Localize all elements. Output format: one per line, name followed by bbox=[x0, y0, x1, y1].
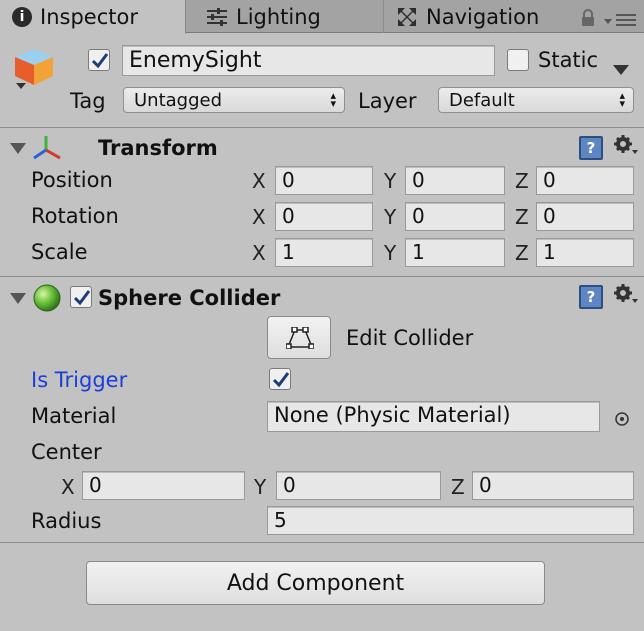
collider-foldout-icon[interactable] bbox=[10, 293, 26, 304]
sphere-collider-icon bbox=[32, 283, 62, 313]
static-label: Static bbox=[538, 48, 599, 72]
center-y-axis-label: Y bbox=[254, 475, 267, 499]
is-trigger-label: Is Trigger bbox=[31, 368, 128, 392]
static-dropdown-arrow-icon[interactable] bbox=[613, 56, 629, 80]
scale-z-axis-label: Z bbox=[515, 241, 529, 265]
object-name-field[interactable]: EnemySight bbox=[122, 45, 495, 76]
active-checkbox[interactable] bbox=[88, 49, 110, 71]
help-icon[interactable]: ? bbox=[579, 136, 603, 160]
position-x-axis-label: X bbox=[252, 169, 266, 193]
scale-z-field[interactable]: 1 bbox=[536, 238, 634, 267]
layer-label: Layer bbox=[358, 89, 417, 113]
transform-axes-icon bbox=[32, 134, 62, 162]
position-label: Position bbox=[31, 168, 113, 192]
rotation-label: Rotation bbox=[31, 204, 119, 228]
rotation-z-field[interactable]: 0 bbox=[536, 202, 634, 231]
scale-x-axis-label: X bbox=[252, 241, 266, 265]
header-divider bbox=[0, 127, 644, 128]
help-icon[interactable]: ? bbox=[579, 285, 603, 309]
center-z-field[interactable]: 0 bbox=[472, 471, 634, 500]
radius-field[interactable]: 5 bbox=[267, 506, 634, 535]
transform-title: Transform bbox=[98, 136, 218, 160]
tag-dropdown[interactable]: Untagged ▴ ▾ bbox=[123, 87, 345, 113]
position-y-field[interactable]: 0 bbox=[405, 166, 505, 195]
position-y-axis-label: Y bbox=[384, 169, 397, 193]
sliders-icon bbox=[206, 7, 228, 27]
center-z-axis-label: Z bbox=[451, 475, 465, 499]
dropdown-arrows-icon: ▴ ▾ bbox=[619, 89, 625, 110]
position-x-field[interactable]: 0 bbox=[275, 166, 373, 195]
object-picker-icon[interactable] bbox=[614, 408, 630, 426]
layer-dropdown-value: Default bbox=[449, 90, 515, 111]
edit-collider-label: Edit Collider bbox=[346, 326, 474, 350]
dropdown-arrows-icon: ▴ ▾ bbox=[330, 89, 336, 110]
add-component-label: Add Component bbox=[226, 570, 405, 596]
rotation-z-axis-label: Z bbox=[515, 205, 529, 229]
rotation-x-axis-label: X bbox=[252, 205, 266, 229]
scale-x-field[interactable]: 1 bbox=[275, 238, 373, 267]
tab-navigation[interactable]: Navigation bbox=[384, 0, 564, 33]
static-checkbox[interactable] bbox=[507, 49, 529, 71]
add-component-button[interactable]: Add Component bbox=[86, 561, 545, 605]
transform-divider bbox=[0, 276, 644, 277]
tag-dropdown-value: Untagged bbox=[134, 90, 223, 111]
material-label: Material bbox=[31, 404, 117, 428]
tab-inspector-label: Inspector bbox=[40, 5, 138, 29]
is-trigger-checkbox[interactable] bbox=[269, 368, 291, 390]
radius-label: Radius bbox=[31, 509, 102, 533]
navigation-icon bbox=[396, 6, 418, 28]
rotation-x-field[interactable]: 0 bbox=[275, 202, 373, 231]
tab-navigation-label: Navigation bbox=[426, 4, 540, 29]
info-icon: i bbox=[12, 7, 32, 27]
lock-icon[interactable] bbox=[580, 8, 596, 26]
sphere-collider-title: Sphere Collider bbox=[98, 286, 281, 310]
tab-inspector[interactable]: i Inspector bbox=[0, 0, 186, 34]
scale-label: Scale bbox=[31, 240, 88, 264]
position-z-field[interactable]: 0 bbox=[536, 166, 634, 195]
edit-bounds-icon bbox=[285, 326, 315, 354]
gear-icon[interactable] bbox=[613, 283, 639, 307]
tab-lighting[interactable]: Lighting bbox=[194, 0, 384, 33]
center-y-field[interactable]: 0 bbox=[276, 471, 441, 500]
collider-enabled-checkbox[interactable] bbox=[70, 286, 92, 308]
layer-dropdown[interactable]: Default ▴ ▾ bbox=[438, 87, 634, 113]
gear-icon[interactable] bbox=[613, 134, 639, 158]
tag-label: Tag bbox=[70, 89, 106, 113]
scale-y-field[interactable]: 1 bbox=[405, 238, 505, 267]
tab-menu-icon[interactable] bbox=[603, 9, 637, 27]
rotation-y-axis-label: Y bbox=[384, 205, 397, 229]
edit-collider-button[interactable] bbox=[267, 316, 331, 359]
center-x-field[interactable]: 0 bbox=[82, 471, 245, 500]
center-x-axis-label: X bbox=[61, 475, 75, 499]
position-z-axis-label: Z bbox=[515, 169, 529, 193]
scale-y-axis-label: Y bbox=[384, 241, 397, 265]
rotation-y-field[interactable]: 0 bbox=[405, 202, 505, 231]
collider-divider bbox=[0, 542, 644, 543]
center-label: Center bbox=[31, 440, 102, 464]
transform-foldout-icon[interactable] bbox=[10, 143, 26, 154]
gameobject-cube-icon[interactable] bbox=[12, 45, 58, 91]
material-field[interactable]: None (Physic Material) bbox=[267, 401, 600, 432]
tab-lighting-label: Lighting bbox=[236, 4, 321, 29]
